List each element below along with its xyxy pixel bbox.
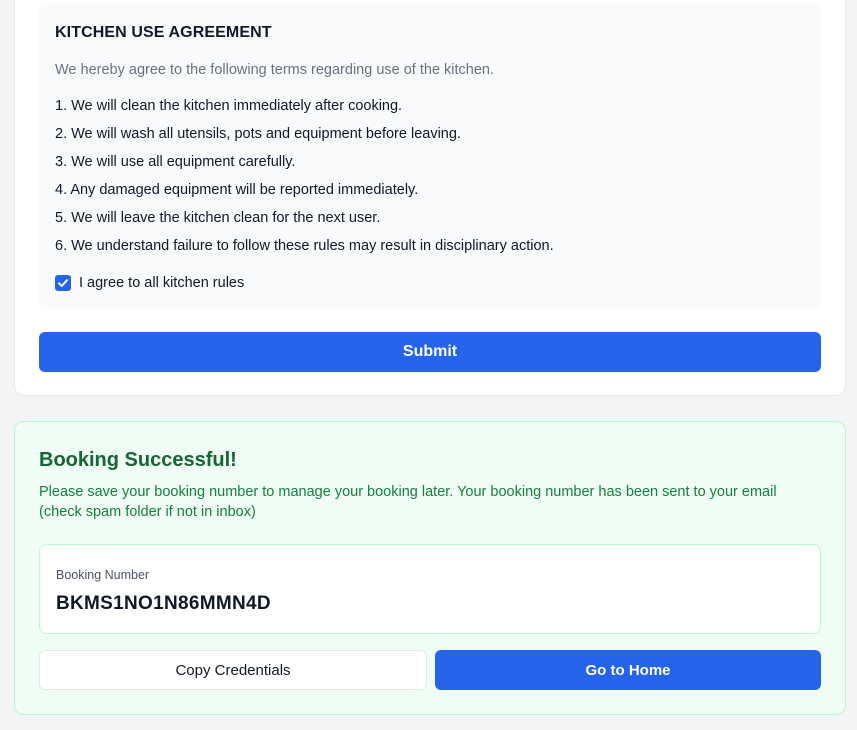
rule-item: 5. We will leave the kitchen clean for t… <box>55 210 381 226</box>
copy-credentials-button[interactable]: Copy Credentials <box>39 650 427 690</box>
agree-checkbox-label[interactable]: I agree to all kitchen rules <box>79 275 244 291</box>
submit-button[interactable]: Submit <box>39 332 821 372</box>
kitchen-agreement-panel: KITCHEN USE AGREEMENT We hereby agree to… <box>39 4 821 308</box>
booking-number-box: Booking Number BKMS1NO1N86MMN4D <box>39 544 821 634</box>
agree-checkbox[interactable] <box>55 275 71 291</box>
success-message: Please save your booking number to manag… <box>39 484 777 520</box>
success-title: Booking Successful! <box>39 449 237 471</box>
agreement-intro: We hereby agree to the following terms r… <box>55 62 495 78</box>
rule-item: 1. We will clean the kitchen immediately… <box>55 98 403 114</box>
go-to-home-button[interactable]: Go to Home <box>435 650 821 690</box>
booking-number-label: Booking Number <box>56 568 150 582</box>
rule-item: 6. We understand failure to follow these… <box>55 238 554 254</box>
agreement-title: KITCHEN USE AGREEMENT <box>55 24 272 41</box>
booking-number-value: BKMS1NO1N86MMN4D <box>56 593 271 614</box>
checkmark-icon <box>58 279 68 287</box>
booking-success-card: Booking Successful! Please save your boo… <box>14 421 846 715</box>
agree-checkbox-row[interactable]: I agree to all kitchen rules <box>55 274 244 292</box>
rule-item: 4. Any damaged equipment will be reporte… <box>55 182 419 198</box>
rule-item: 2. We will wash all utensils, pots and e… <box>55 126 461 142</box>
rule-item: 3. We will use all equipment carefully. <box>55 154 296 170</box>
